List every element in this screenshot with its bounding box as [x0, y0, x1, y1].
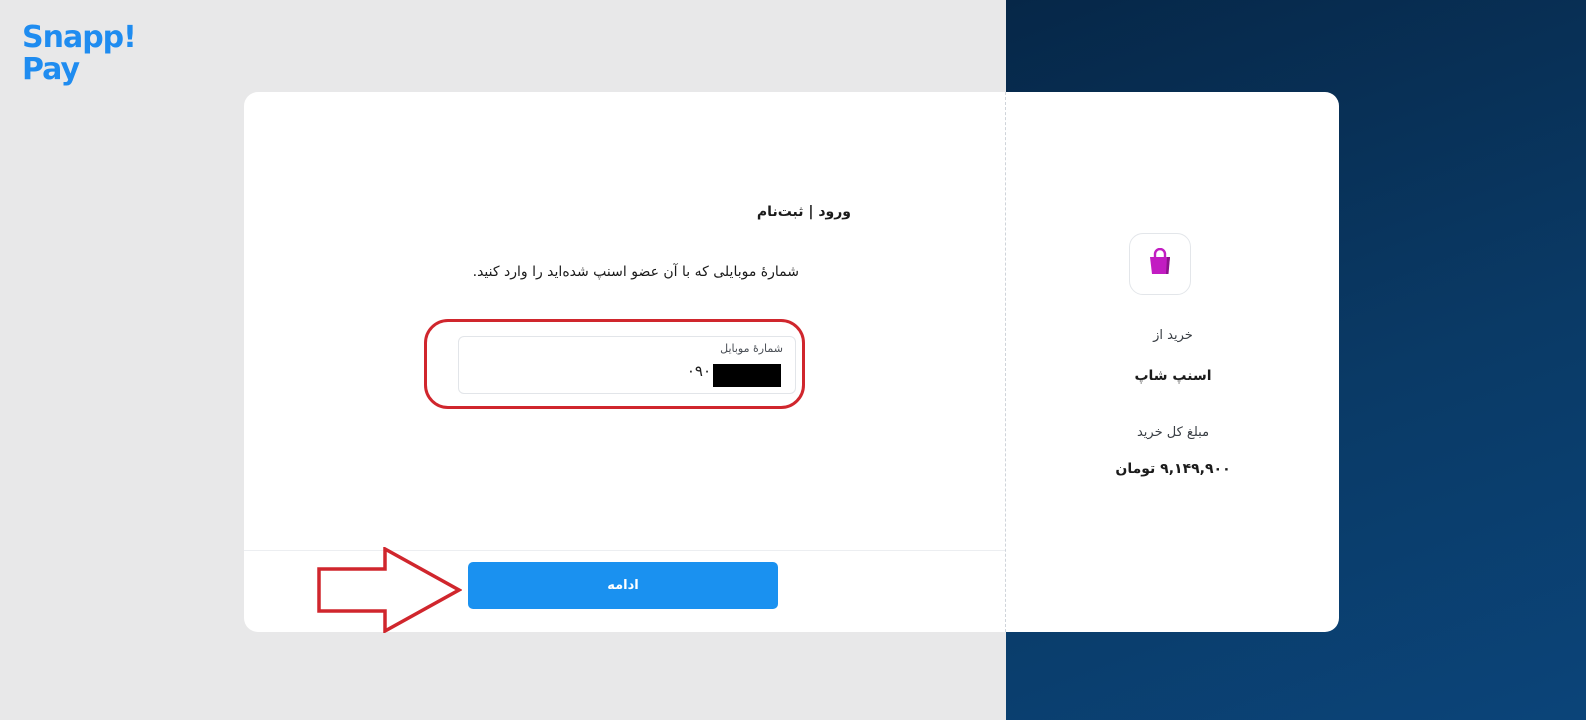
total-amount-value: ۹,۱۴۹,۹۰۰ تومان	[1115, 461, 1231, 477]
snapp-pay-logo: Snapp! Pay	[22, 22, 162, 86]
purchase-from-label: خرید از	[1153, 328, 1193, 343]
continue-button[interactable]: ادامه	[468, 562, 778, 609]
shop-name: اسنپ شاپ	[1134, 368, 1212, 384]
card-divider	[1005, 92, 1006, 632]
total-amount-label: مبلغ کل خرید	[1136, 425, 1210, 440]
arrow-annotation-icon	[317, 547, 462, 633]
logo-line-2: Pay	[22, 52, 80, 87]
highlight-annotation	[424, 319, 805, 409]
instruction-text: شمارهٔ موبایلی که با آن عضو اسنپ شده‌اید…	[472, 264, 799, 280]
page-title: ورود | ثبت‌نام	[756, 204, 851, 220]
shopping-bag-icon	[1147, 247, 1173, 280]
logo-line-1: Snapp!	[22, 20, 137, 55]
shop-logo-tile	[1129, 233, 1191, 295]
